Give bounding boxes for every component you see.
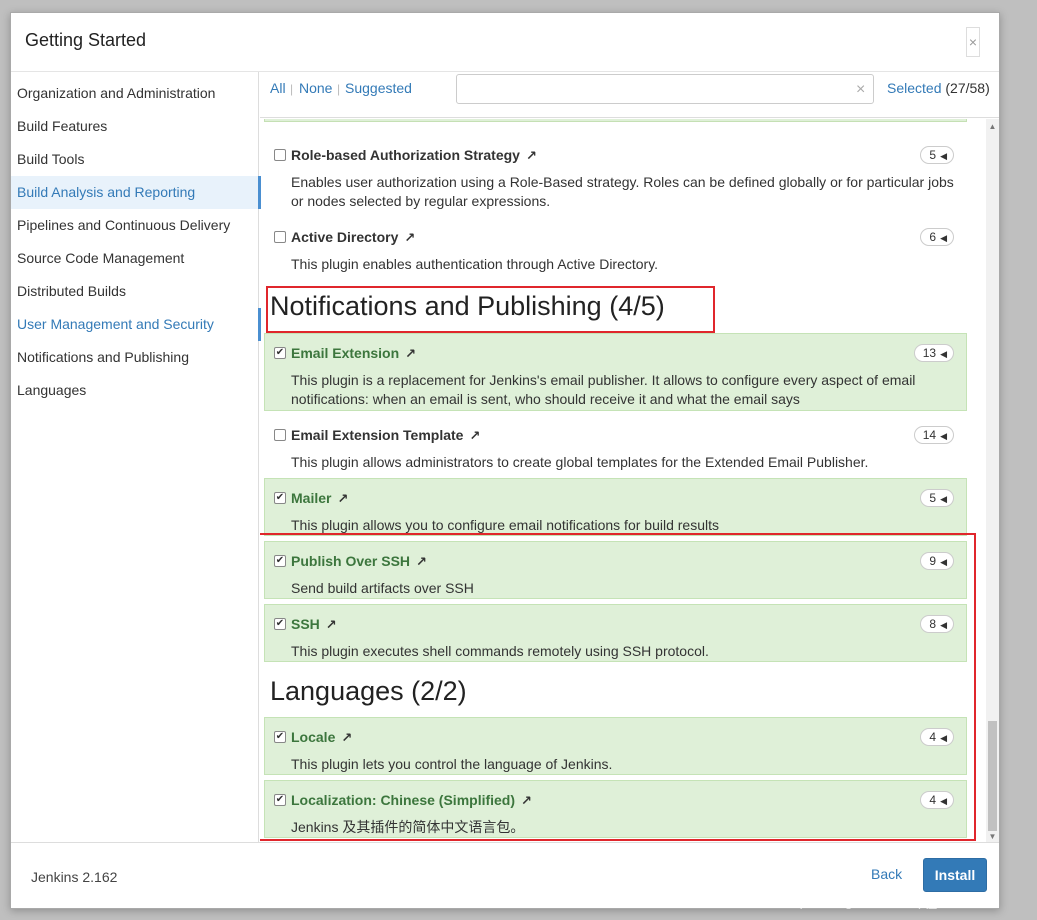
dependency-badge[interactable]: 13 ◀ xyxy=(913,344,954,362)
checkbox[interactable]: ✔ xyxy=(274,492,286,504)
watermark: https://blog.csdn.net/qq_43670734 xyxy=(784,893,999,909)
selected-count: (27/58) xyxy=(945,80,990,96)
checkbox[interactable]: ✔ xyxy=(274,347,286,359)
dialog-title: Getting Started xyxy=(25,30,147,50)
sidebar-item-distributed-builds[interactable]: Distributed Builds xyxy=(11,275,259,308)
sidebar-item-label: Build Analysis and Reporting xyxy=(17,184,196,200)
sidebar-item-label: User Management and Security xyxy=(17,316,214,332)
back-button[interactable]: Back xyxy=(871,866,902,882)
checkbox[interactable] xyxy=(274,149,286,161)
external-link-icon[interactable]: ↗ xyxy=(337,491,348,506)
external-link-icon[interactable]: ↗ xyxy=(469,428,480,443)
plugin-row-role-strategy[interactable]: Role-based Authorization Strategy ↗ 5 ◀ En… xyxy=(264,135,967,211)
getting-started-dialog: Getting Started × Organization and Admin… xyxy=(10,12,1000,909)
sidebar-item-organization[interactable]: Organization and Administration xyxy=(11,77,259,110)
plugin-row-email-extension[interactable]: ✔ Email Extension ↗ 13 ◀ This plugin is a … xyxy=(264,333,967,411)
dependency-badge[interactable]: 14 ◀ xyxy=(913,426,954,444)
dialog-header: Getting Started × xyxy=(11,13,999,72)
caret-left-icon: ◀ xyxy=(940,494,947,504)
plugin-list: Role-based Authorization Strategy ↗ 5 ◀ En… xyxy=(260,119,986,843)
caret-left-icon: ◀ xyxy=(940,233,947,243)
plugin-filter-bar: All | None | Suggested × Selected (27/58… xyxy=(260,72,999,118)
sidebar-item-pipelines[interactable]: Pipelines and Continuous Delivery xyxy=(11,209,259,242)
caret-left-icon: ◀ xyxy=(940,349,947,359)
select-all-link[interactable]: All xyxy=(270,80,286,96)
dependency-badge[interactable]: 5 ◀ xyxy=(920,489,954,507)
plugin-name: Active Directory ↗ xyxy=(291,229,416,245)
checkbox[interactable] xyxy=(274,429,286,441)
annotation-box xyxy=(260,533,976,841)
sidebar-item-build-tools[interactable]: Build Tools xyxy=(11,143,259,176)
scroll-thumb[interactable] xyxy=(988,721,997,831)
sidebar-item-user-management[interactable]: User Management and Security xyxy=(11,308,261,341)
plugin-list-scrollbar[interactable]: ▲ ▼ xyxy=(986,119,999,843)
annotation-box xyxy=(266,286,715,333)
sidebar-item-build-features[interactable]: Build Features xyxy=(11,110,259,143)
plugin-name: Role-based Authorization Strategy ↗ xyxy=(291,147,537,163)
separator: | xyxy=(337,82,341,96)
plugin-row-email-extension-template[interactable]: Email Extension Template ↗ 14 ◀ This plugi… xyxy=(264,415,967,471)
plugin-row-mailer[interactable]: ✔ Mailer ↗ 5 ◀ This plugin allows you to c… xyxy=(264,478,967,536)
sidebar-item-build-analysis[interactable]: Build Analysis and Reporting xyxy=(11,176,261,209)
external-link-icon[interactable]: ↗ xyxy=(526,148,537,163)
plugin-name: Mailer ↗ xyxy=(291,490,349,506)
sidebar-item-notifications[interactable]: Notifications and Publishing xyxy=(11,341,259,374)
sidebar-item-languages[interactable]: Languages xyxy=(11,374,259,407)
plugin-description: Enables user authorization using a Role-… xyxy=(291,174,954,209)
caret-left-icon: ◀ xyxy=(940,431,947,441)
plugin-name: Email Extension ↗ xyxy=(291,345,417,361)
external-link-icon[interactable]: ↗ xyxy=(404,230,415,245)
plugin-row-active-directory[interactable]: Active Directory ↗ 6 ◀ This plugin enables… xyxy=(264,217,967,272)
caret-left-icon: ◀ xyxy=(940,151,947,161)
install-button[interactable]: Install xyxy=(923,858,987,892)
selected-label: Selected xyxy=(887,80,942,96)
dependency-badge[interactable]: 6 ◀ xyxy=(920,228,954,246)
plugin-description: This plugin is a replacement for Jenkins… xyxy=(291,372,916,407)
checkbox[interactable] xyxy=(274,231,286,243)
selected-filter-link[interactable]: Selected (27/58) xyxy=(887,80,990,96)
plugin-description: This plugin enables authentication throu… xyxy=(291,256,659,272)
sidebar-item-scm[interactable]: Source Code Management xyxy=(11,242,259,275)
category-sidebar: Organization and Administration Build Fe… xyxy=(11,72,261,842)
plugin-search-input[interactable] xyxy=(456,74,874,104)
select-none-link[interactable]: None xyxy=(299,80,332,96)
plugin-description: This plugin allows administrators to cre… xyxy=(291,454,869,470)
close-button[interactable]: × xyxy=(966,27,980,57)
select-suggested-link[interactable]: Suggested xyxy=(345,80,412,96)
scroll-up-arrow-icon[interactable]: ▲ xyxy=(986,121,999,133)
jenkins-version: Jenkins 2.162 xyxy=(31,869,118,885)
external-link-icon[interactable]: ↗ xyxy=(405,346,416,361)
separator: | xyxy=(290,82,294,96)
dependency-badge[interactable]: 5 ◀ xyxy=(920,146,954,164)
plugin-name: Email Extension Template ↗ xyxy=(291,427,481,443)
previous-plugin-bottom xyxy=(264,119,967,122)
